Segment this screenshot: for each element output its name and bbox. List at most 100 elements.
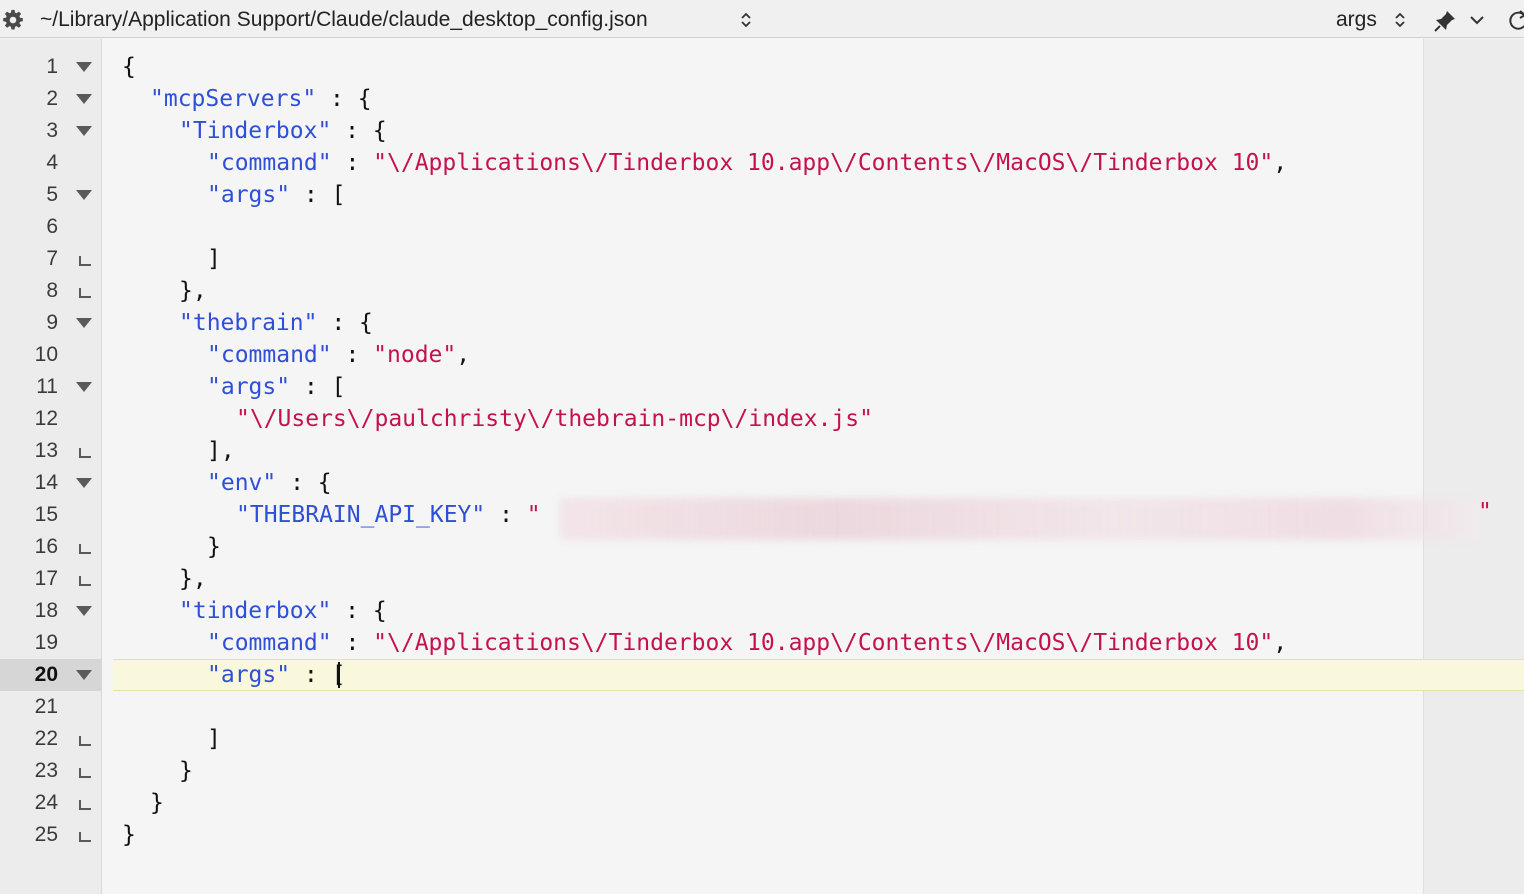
json-key: "tinderbox" — [179, 598, 332, 624]
fold-triangle-icon[interactable] — [75, 605, 93, 617]
code-line-25[interactable]: } — [122, 819, 136, 851]
fold-triangle-icon[interactable] — [75, 477, 93, 489]
code-line-16[interactable]: } — [207, 531, 221, 563]
code-line-18[interactable]: "tinderbox" : { — [179, 595, 387, 627]
punctuation: : { — [317, 310, 373, 336]
chevron-down-icon[interactable] — [1469, 14, 1485, 26]
line-number: 1 — [46, 55, 58, 78]
updown-chevron-icon[interactable] — [740, 11, 752, 29]
fold-triangle-icon[interactable] — [75, 381, 93, 393]
fold-triangle-icon[interactable] — [75, 669, 93, 681]
code-line-24[interactable]: } — [150, 787, 164, 819]
line-number: 14 — [34, 471, 58, 494]
line-number: 15 — [34, 503, 58, 526]
json-key: "mcpServers" — [150, 86, 317, 112]
code-line-3[interactable]: "Tinderbox" : { — [179, 115, 387, 147]
code-line-11[interactable]: "args" : [ — [207, 371, 345, 403]
bracket: ] — [207, 726, 221, 752]
fold-end-icon — [79, 544, 91, 554]
punctuation: , — [1273, 630, 1288, 656]
line-number: 23 — [34, 759, 58, 782]
line-number: 22 — [34, 727, 58, 750]
punctuation: : — [485, 502, 527, 528]
pin-icon[interactable] — [1433, 9, 1457, 33]
line-number: 2 — [46, 87, 58, 110]
code-line-5[interactable]: "args" : [ — [207, 179, 345, 211]
code-line-15[interactable]: "THEBRAIN_API_KEY" : " — [236, 499, 541, 531]
brace: } — [122, 822, 136, 848]
code-line-7[interactable]: ] — [207, 243, 221, 275]
code-line-10[interactable]: "command" : "node", — [207, 339, 470, 371]
punctuation: : { — [316, 86, 372, 112]
line-number: 5 — [46, 183, 58, 206]
code-line-4[interactable]: "command" : "\/Applications\/Tinderbox 1… — [207, 147, 1287, 179]
line-number: 24 — [34, 791, 58, 814]
json-string: "\/Applications\/Tinderbox 10.app\/Conte… — [373, 630, 1274, 656]
brace: }, — [179, 566, 207, 592]
redacted-api-key — [560, 498, 1482, 540]
line-number: 16 — [34, 535, 58, 558]
page-guide-area — [1423, 39, 1524, 894]
refresh-icon[interactable] — [1508, 9, 1524, 33]
punctuation: : — [331, 342, 374, 368]
line-number: 6 — [46, 215, 58, 238]
brace: } — [150, 790, 164, 816]
brace: } — [179, 758, 193, 784]
json-key: "args" — [207, 374, 291, 400]
file-path-popup[interactable]: ~/Library/Application Support/Claude/cla… — [40, 8, 648, 32]
json-string: " — [526, 502, 541, 528]
fold-triangle-icon[interactable] — [75, 125, 93, 137]
code-line-1[interactable]: { — [122, 51, 136, 83]
code-line-2[interactable]: "mcpServers" : { — [150, 83, 372, 115]
code-line-22[interactable]: ] — [207, 723, 221, 755]
symbol-popup[interactable]: args — [1336, 8, 1377, 32]
gear-icon[interactable] — [2, 9, 24, 31]
bracket: ], — [207, 438, 235, 464]
line-number: 8 — [46, 279, 58, 302]
punctuation: : { — [276, 470, 332, 496]
line-number: 21 — [34, 695, 58, 718]
json-string-end: " — [1478, 499, 1492, 525]
punctuation: : — [290, 662, 332, 688]
line-number: 3 — [46, 119, 58, 142]
punctuation: : — [331, 630, 374, 656]
code-line-12[interactable]: "\/Users\/paulchristy\/thebrain-mcp\/ind… — [236, 403, 873, 435]
code-line-8[interactable]: }, — [179, 275, 207, 307]
code-line-9[interactable]: "thebrain" : { — [179, 307, 373, 339]
code-line-17[interactable]: }, — [179, 563, 207, 595]
punctuation: : [ — [290, 182, 346, 208]
brace: }, — [179, 278, 207, 304]
fold-triangle-icon[interactable] — [75, 189, 93, 201]
line-number: 13 — [34, 439, 58, 462]
code-line-13[interactable]: ], — [207, 435, 235, 467]
json-key: "env" — [207, 470, 277, 496]
json-key: "args" — [207, 182, 291, 208]
json-string: "\/Applications\/Tinderbox 10.app\/Conte… — [373, 150, 1274, 176]
line-number: 25 — [34, 823, 58, 846]
line-number: 19 — [34, 631, 58, 654]
json-key: "THEBRAIN_API_KEY" — [236, 502, 486, 528]
punctuation: : — [331, 150, 374, 176]
code-line-19[interactable]: "command" : "\/Applications\/Tinderbox 1… — [207, 627, 1287, 659]
updown-chevron-icon[interactable] — [1394, 11, 1406, 29]
json-key: "args" — [207, 662, 291, 688]
json-key: "command" — [207, 150, 332, 176]
punctuation: , — [456, 342, 471, 368]
fold-triangle-icon[interactable] — [75, 317, 93, 329]
fold-triangle-icon[interactable] — [75, 61, 93, 73]
json-key: "command" — [207, 630, 332, 656]
line-number-current: 20 — [34, 663, 58, 686]
line-number: 7 — [46, 247, 58, 270]
fold-triangle-icon[interactable] — [75, 93, 93, 105]
code-line-14[interactable]: "env" : { — [207, 467, 332, 499]
json-key: "thebrain" — [179, 310, 318, 336]
brace: } — [207, 534, 221, 560]
fold-end-icon — [79, 256, 91, 266]
code-line-23[interactable]: } — [179, 755, 193, 787]
fold-end-icon — [79, 576, 91, 586]
line-number: 9 — [46, 311, 58, 334]
punctuation: , — [1273, 150, 1288, 176]
code-line-20[interactable]: "args" : [ — [207, 659, 346, 691]
fold-end-icon — [79, 736, 91, 746]
punctuation: : { — [331, 598, 387, 624]
